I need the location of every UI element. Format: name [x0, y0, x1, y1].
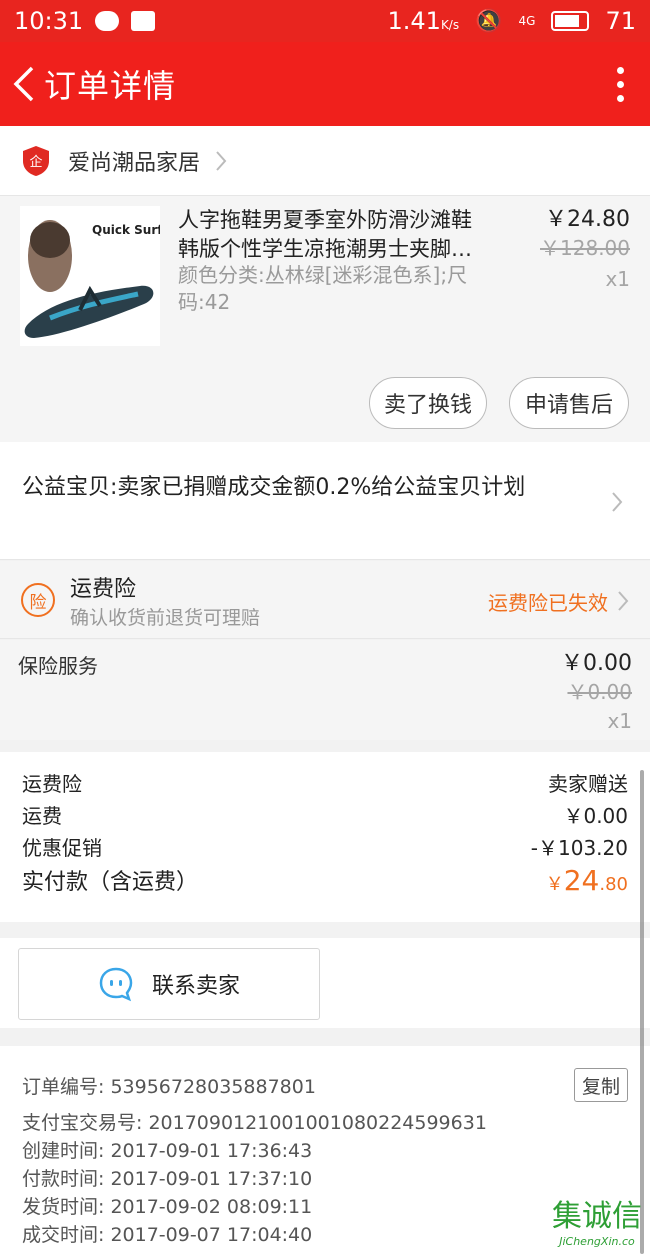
- product-title[interactable]: 人字拖鞋男夏季室外防滑沙滩鞋韩版个性学生凉拖潮男士夹脚…: [178, 206, 488, 264]
- summary-total-row: 实付款（含运费） ￥24.80: [22, 864, 628, 897]
- contact-seller-label: 联系卖家: [151, 974, 240, 999]
- service-label: 保险服务: [18, 654, 98, 678]
- paid-time: 付款时间: 2017-09-01 17:37:10: [22, 1168, 313, 1190]
- svg-text:Quick Surf: Quick Surf: [92, 223, 160, 237]
- status-time: 10:31: [14, 7, 84, 35]
- insurance-status: 运费险已失效: [488, 591, 608, 615]
- scrollbar[interactable]: [640, 770, 644, 1254]
- more-dot-icon: [616, 66, 624, 74]
- summary-label: 运费险: [22, 772, 82, 796]
- watermark-url: JiChengXin.co: [559, 1235, 635, 1248]
- service-price: ￥0.00: [561, 651, 632, 676]
- service-original-price: ￥0.00: [567, 680, 632, 704]
- watermark-text: 集诚信: [552, 1199, 642, 1234]
- summary-label: 优惠促销: [22, 836, 102, 860]
- product-spec: 颜色分类:丛林绿[迷彩混色系];尺码:42: [178, 263, 468, 314]
- app-header: 订单详情: [0, 42, 650, 126]
- back-arrow-icon: [13, 66, 34, 102]
- image-icon: [131, 11, 156, 31]
- network-speed: 1.41K/s: [387, 7, 460, 35]
- summary-row: 优惠促销 -￥103.20: [22, 832, 628, 861]
- summary-value: -￥103.20: [530, 836, 628, 860]
- battery-icon: [551, 11, 590, 31]
- charity-text: 公益宝贝:卖家已捐赠成交金额0.2%给公益宝贝计划: [22, 475, 526, 500]
- summary-label: 运费: [22, 804, 62, 828]
- product-quantity: x1: [605, 267, 630, 291]
- svg-text:企: 企: [29, 154, 42, 170]
- shipped-time: 发货时间: 2017-09-02 08:09:11: [22, 1196, 313, 1218]
- back-button[interactable]: [4, 42, 44, 126]
- summary-value: 卖家赠送: [548, 772, 628, 796]
- chevron-right-icon: [618, 591, 629, 611]
- more-menu-button[interactable]: [590, 42, 650, 126]
- insurance-title: 运费险: [70, 577, 137, 602]
- chevron-right-icon: [216, 150, 227, 171]
- product-price-block: ￥24.80 ￥128.00 x1: [540, 206, 630, 296]
- copy-button[interactable]: 复制: [574, 1068, 628, 1102]
- more-dot-icon: [616, 94, 624, 102]
- total-amount: ￥24.80: [545, 864, 628, 897]
- page-title: 订单详情: [44, 67, 177, 105]
- payment-summary: 运费险 卖家赠送 运费 ￥0.00 优惠促销 -￥103.20 实付款（含运费）…: [0, 752, 650, 922]
- status-bar: 10:31 1.41K/s 🔕 4G 71: [0, 0, 650, 42]
- insurance-icon: 险: [21, 583, 55, 617]
- total-label: 实付款（含运费）: [22, 870, 199, 895]
- insurance-subtitle: 确认收货前退货可理赔: [70, 607, 261, 629]
- charity-row[interactable]: 公益宝贝:卖家已捐赠成交金额0.2%给公益宝贝计划: [0, 442, 650, 560]
- shop-shield-icon: 企: [23, 145, 49, 176]
- product-image[interactable]: Quick Surf: [20, 206, 160, 346]
- product-original-price: ￥128.00: [540, 236, 630, 260]
- sell-button[interactable]: 卖了换钱: [369, 377, 487, 429]
- chat-bubble-icon: [99, 967, 133, 1002]
- summary-row: 运费 ￥0.00: [22, 800, 628, 829]
- created-time: 创建时间: 2017-09-01 17:36:43: [22, 1140, 313, 1162]
- product-item[interactable]: Quick Surf 人字拖鞋男夏季室外防滑沙滩鞋韩版个性学生凉拖潮男士夹脚… …: [0, 196, 650, 442]
- chevron-right-icon: [612, 492, 623, 512]
- mute-icon: 🔕: [475, 8, 503, 34]
- alipay-trade-number: 支付宝交易号: 2017090121001001080224599631: [22, 1112, 487, 1134]
- shop-row[interactable]: 企 爱尚潮品家居: [0, 126, 650, 196]
- battery-level: 71: [605, 7, 636, 35]
- signal-label: 4G: [518, 14, 536, 28]
- summary-row: 运费险 卖家赠送: [22, 768, 628, 797]
- completed-time: 成交时间: 2017-09-07 17:04:40: [22, 1224, 313, 1246]
- contact-seller-button[interactable]: 联系卖家: [18, 948, 320, 1020]
- service-price-block: ￥0.00 ￥0.00 x1: [561, 650, 632, 736]
- message-icon: [95, 11, 120, 31]
- summary-value: ￥0.00: [563, 804, 628, 828]
- product-price: ￥24.80: [545, 207, 630, 232]
- watermark-logo: 集诚信 JiChengXin.co: [552, 1191, 642, 1248]
- shop-name: 爱尚潮品家居: [68, 150, 201, 176]
- service-quantity: x1: [607, 709, 632, 733]
- shipping-insurance-row[interactable]: 险 运费险 确认收货前退货可理赔 运费险已失效: [0, 561, 650, 639]
- aftersale-button[interactable]: 申请售后: [509, 377, 629, 429]
- contact-area: 联系卖家: [0, 938, 650, 1028]
- insurance-service-item: 保险服务 ￥0.00 ￥0.00 x1: [0, 640, 650, 740]
- order-number: 订单编号: 539567280358878​01: [22, 1076, 316, 1098]
- more-dot-icon: [616, 80, 624, 88]
- flip-flop-image: Quick Surf: [20, 206, 160, 346]
